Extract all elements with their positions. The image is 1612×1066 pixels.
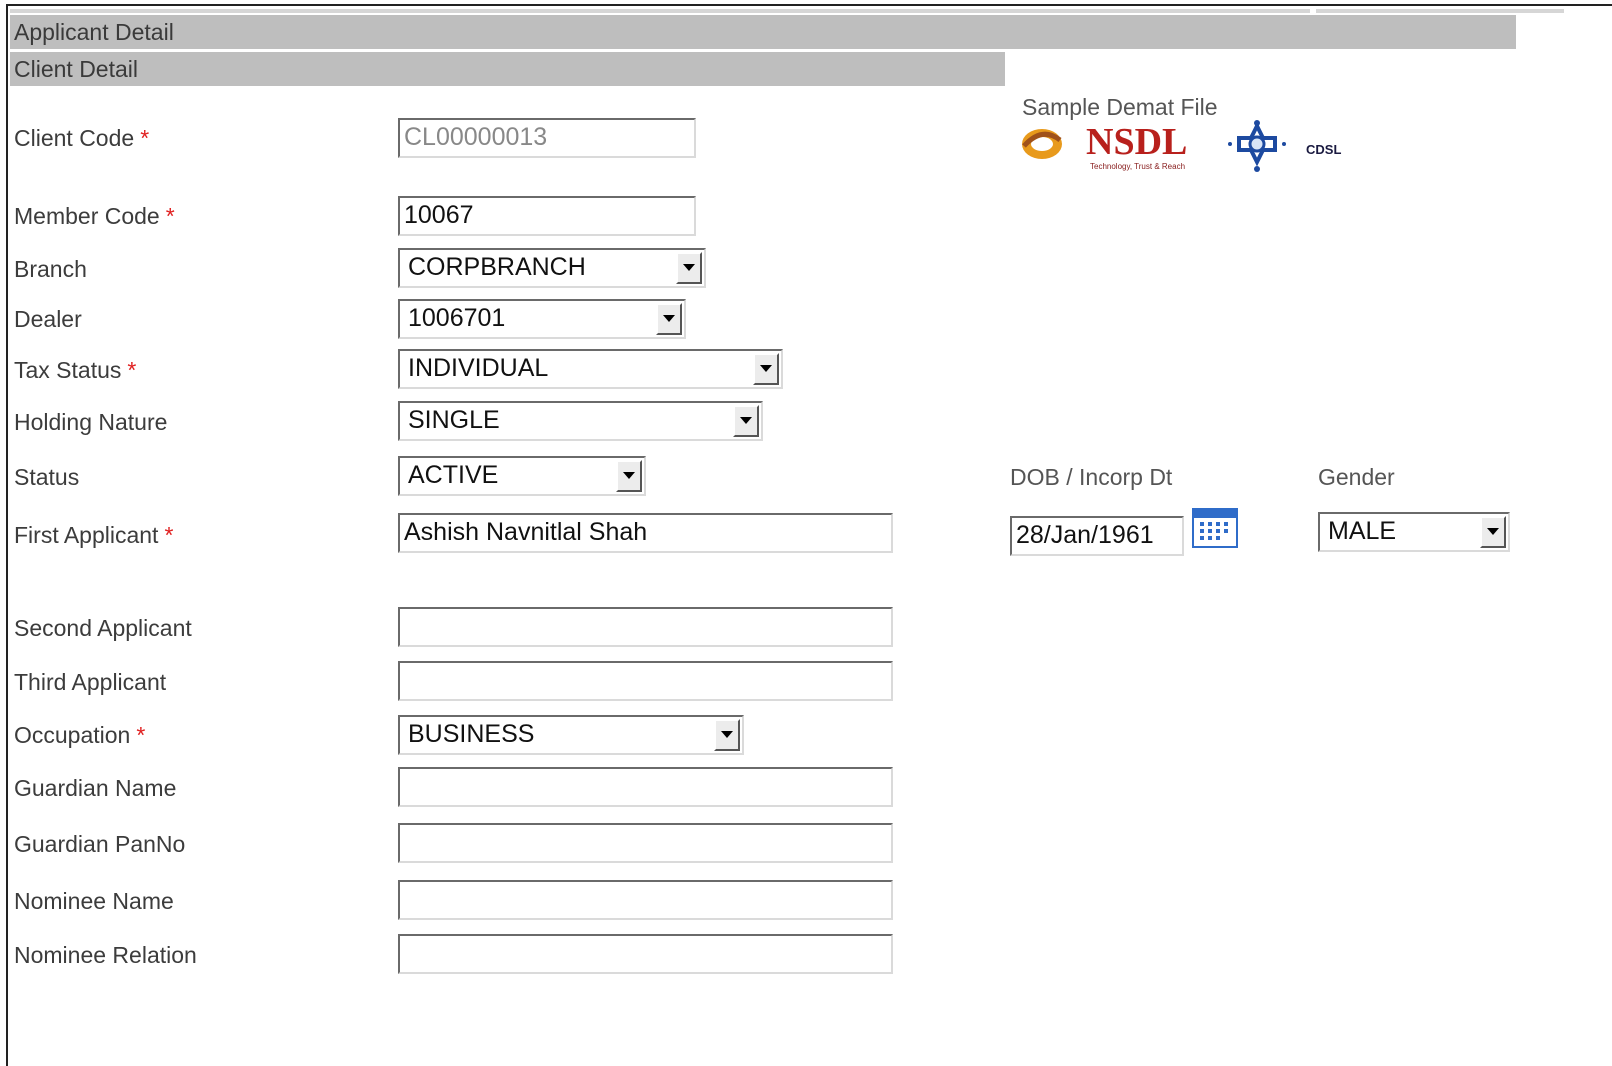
branch-select[interactable]: CORPBRANCH bbox=[398, 248, 706, 288]
cdsl-text: CDSL bbox=[1306, 142, 1342, 157]
chevron-down-icon[interactable] bbox=[616, 460, 642, 492]
chevron-down-icon[interactable] bbox=[656, 303, 682, 335]
nsdl-logo[interactable]: NSDL Technology, Trust & Reach bbox=[1020, 120, 1220, 176]
gender-label: Gender bbox=[1318, 464, 1395, 490]
first-applicant-input[interactable]: Ashish Navnitlal Shah bbox=[398, 513, 893, 553]
cdsl-logo[interactable]: CDSL bbox=[1226, 120, 1346, 176]
status-select[interactable]: ACTIVE bbox=[398, 456, 646, 496]
required-marker: * bbox=[136, 722, 146, 748]
dealer-select[interactable]: 1006701 bbox=[398, 299, 686, 339]
nominee-name-input[interactable] bbox=[398, 880, 893, 920]
dob-input[interactable]: 28/Jan/1961 bbox=[1010, 516, 1184, 556]
nsdl-emblem-icon bbox=[1022, 129, 1062, 159]
tax-status-select[interactable]: INDIVIDUAL bbox=[398, 349, 783, 389]
chevron-down-icon[interactable] bbox=[676, 252, 702, 284]
chevron-down-icon[interactable] bbox=[1480, 516, 1506, 548]
window-left-border bbox=[6, 4, 8, 1066]
required-marker: * bbox=[164, 522, 174, 548]
top-strip bbox=[10, 9, 1310, 13]
second-applicant-input[interactable] bbox=[398, 607, 893, 647]
gender-value: MALE bbox=[1328, 517, 1397, 545]
guardian-panno-label: Guardian PanNo bbox=[14, 831, 186, 857]
nominee-name-label: Nominee Name bbox=[14, 888, 174, 914]
holding-nature-value: SINGLE bbox=[408, 406, 500, 434]
third-applicant-label: Third Applicant bbox=[14, 669, 167, 695]
second-applicant-label: Second Applicant bbox=[14, 615, 192, 641]
guardian-panno-input[interactable] bbox=[398, 823, 893, 863]
third-applicant-input[interactable] bbox=[398, 661, 893, 701]
chevron-down-icon[interactable] bbox=[714, 719, 740, 751]
top-strip-right bbox=[1316, 9, 1564, 13]
status-label: Status bbox=[14, 464, 80, 490]
applicant-detail-header: Applicant Detail bbox=[10, 15, 1516, 49]
chevron-down-icon[interactable] bbox=[753, 353, 779, 385]
window-top-border bbox=[6, 4, 1612, 6]
holding-nature-label: Holding Nature bbox=[14, 409, 168, 435]
nsdl-tagline: Technology, Trust & Reach bbox=[1090, 162, 1186, 171]
gender-select[interactable]: MALE bbox=[1318, 512, 1510, 552]
nsdl-text: NSDL bbox=[1086, 121, 1188, 163]
dob-label: DOB / Incorp Dt bbox=[1010, 464, 1173, 490]
cdsl-emblem-icon bbox=[1228, 120, 1286, 172]
required-marker: * bbox=[165, 203, 175, 229]
status-value: ACTIVE bbox=[408, 461, 499, 489]
guardian-name-input[interactable] bbox=[398, 767, 893, 807]
chevron-down-icon[interactable] bbox=[733, 405, 759, 437]
sample-demat-label: Sample Demat File bbox=[1022, 94, 1218, 120]
branch-label: Branch bbox=[14, 256, 87, 282]
tax-status-label: Tax Status * bbox=[14, 357, 137, 383]
occupation-label: Occupation * bbox=[14, 722, 146, 748]
tax-status-value: INDIVIDUAL bbox=[408, 354, 549, 382]
member-code-label: Member Code * bbox=[14, 203, 175, 229]
client-code-input[interactable]: CL00000013 bbox=[398, 118, 696, 158]
guardian-name-label: Guardian Name bbox=[14, 775, 177, 801]
holding-nature-select[interactable]: SINGLE bbox=[398, 401, 763, 441]
dealer-value: 1006701 bbox=[408, 304, 506, 332]
occupation-select[interactable]: BUSINESS bbox=[398, 715, 744, 755]
occupation-value: BUSINESS bbox=[408, 720, 535, 748]
client-detail-header: Client Detail bbox=[10, 52, 1005, 86]
dealer-label: Dealer bbox=[14, 306, 82, 332]
client-code-label: Client Code * bbox=[14, 125, 150, 151]
nominee-relation-label: Nominee Relation bbox=[14, 942, 197, 968]
nominee-relation-input[interactable] bbox=[398, 934, 893, 974]
member-code-input[interactable]: 10067 bbox=[398, 196, 696, 236]
required-marker: * bbox=[140, 125, 150, 151]
required-marker: * bbox=[127, 357, 137, 383]
calendar-icon[interactable] bbox=[1192, 508, 1238, 548]
branch-value: CORPBRANCH bbox=[408, 253, 586, 281]
first-applicant-label: First Applicant * bbox=[14, 522, 174, 548]
